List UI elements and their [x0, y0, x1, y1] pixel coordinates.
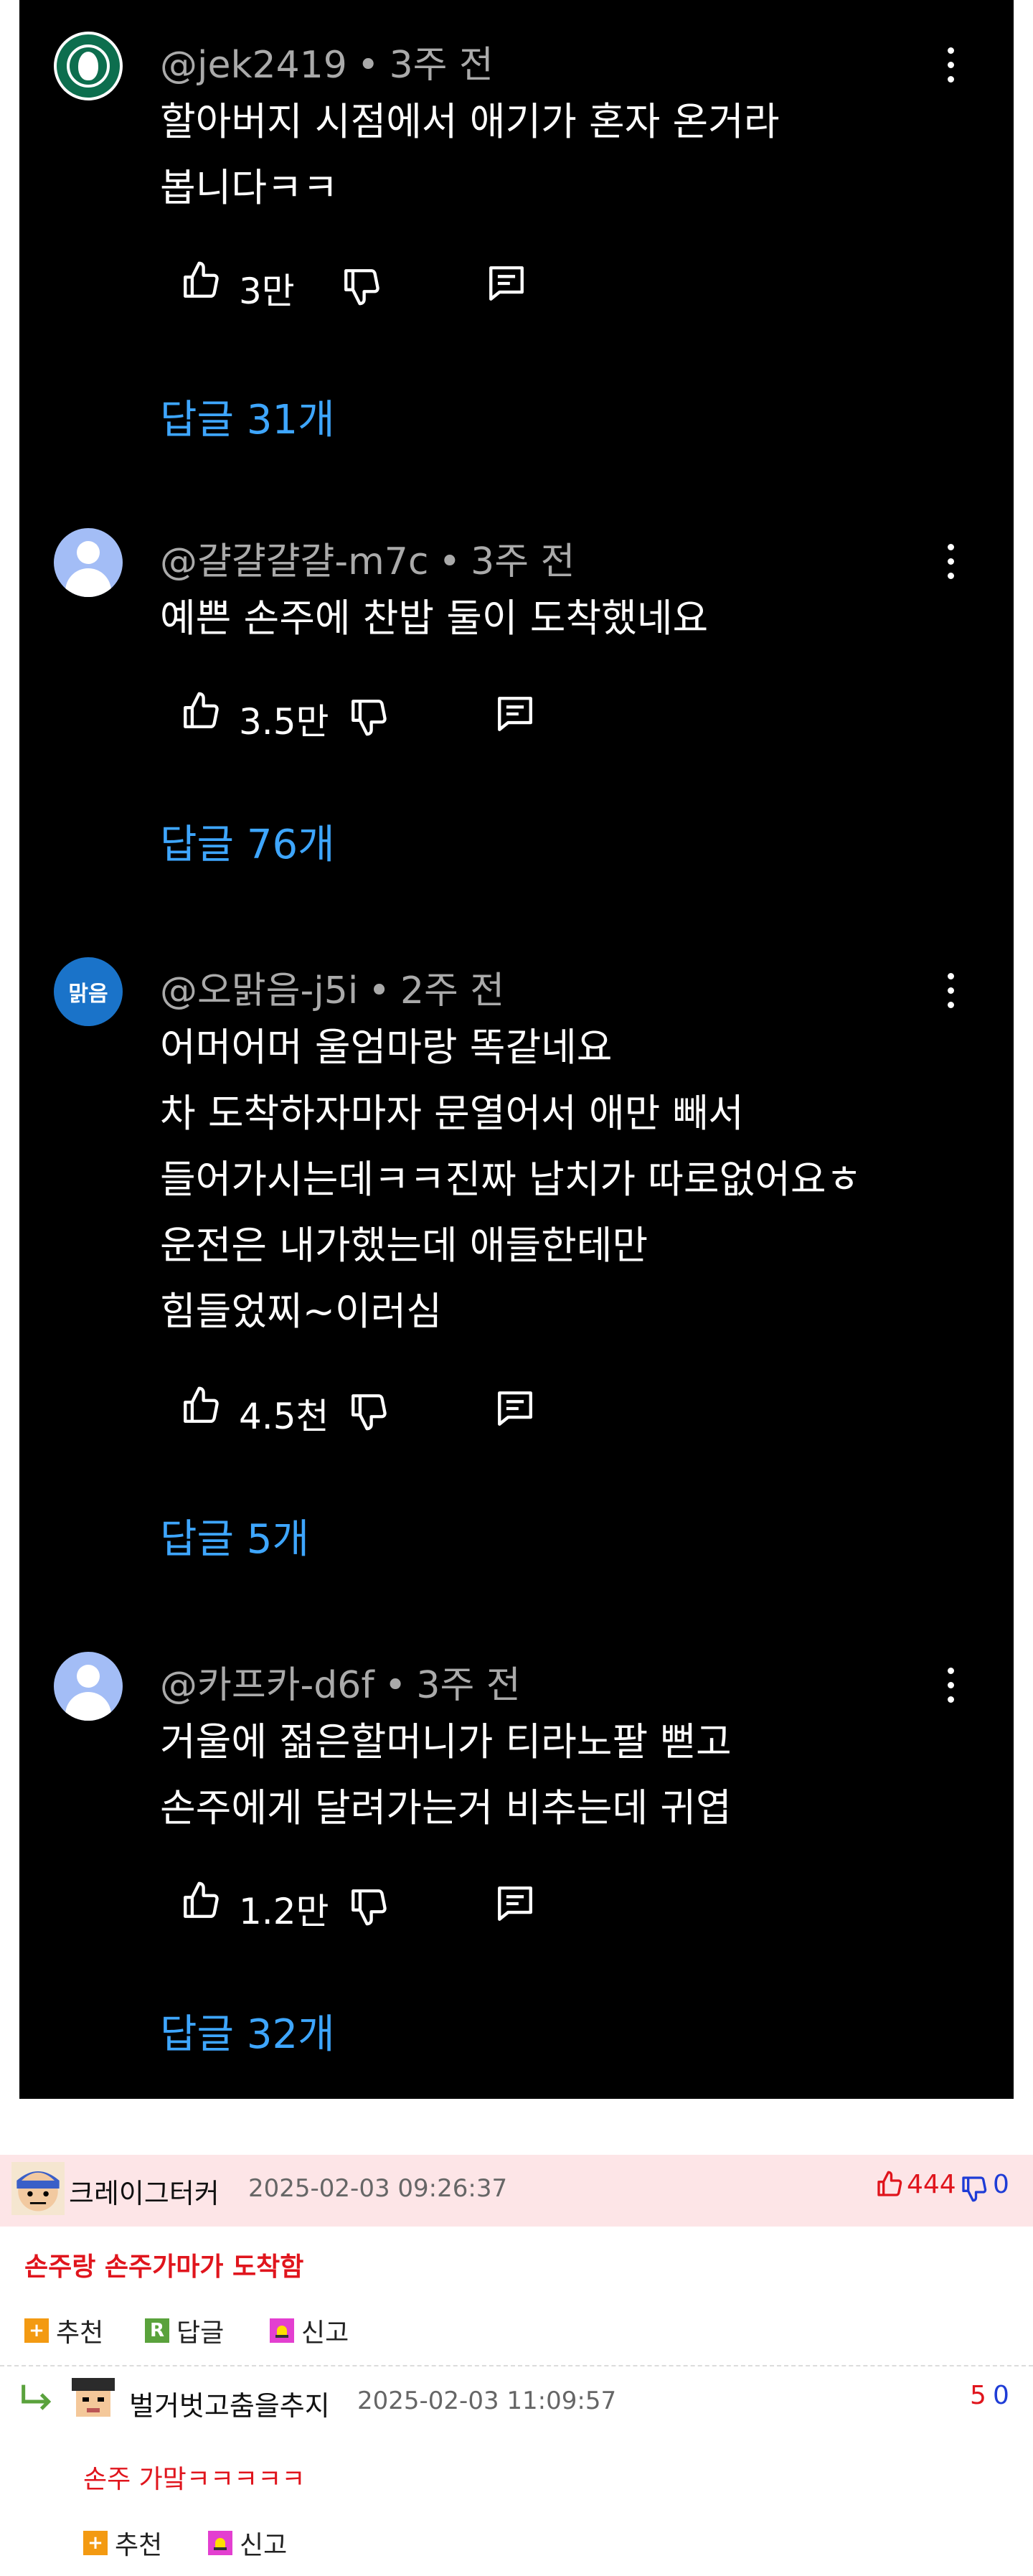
- comment-text: 예쁜 손주에 찬밥 둘이 도착했네요: [160, 596, 709, 641]
- downvote-count: 0: [993, 2170, 1009, 2199]
- comment-author[interactable]: @카프카-d6f: [160, 1664, 374, 1707]
- scrollbar-thumb[interactable]: [1018, 779, 1024, 994]
- recommend-button[interactable]: + 추천: [83, 2524, 162, 2562]
- like-icon[interactable]: [180, 690, 222, 732]
- comment-text: 거울에 젊은할머니가 티라노팔 뻗고 손주에게 달려가는거 비추는데 귀엽: [160, 1719, 732, 1830]
- thumbs-down-icon[interactable]: [960, 2174, 989, 2203]
- reply-arrow-icon: [22, 2384, 52, 2410]
- comment-actions: 4.5천: [160, 1385, 662, 1437]
- default-avatar-icon[interactable]: [54, 528, 123, 597]
- plus-icon: +: [24, 2318, 49, 2343]
- more-options-icon[interactable]: [938, 541, 963, 584]
- upvote-count: 5: [970, 2381, 986, 2410]
- comment-time: 3주 전: [471, 540, 575, 583]
- comment-actions: 3만: [160, 260, 662, 312]
- user-avatar-icon: [11, 2162, 65, 2215]
- comment-author[interactable]: @오맑음-j5i: [160, 969, 358, 1012]
- reply-button[interactable]: R 답글: [145, 2312, 224, 2349]
- comment-actions: 3.5만: [160, 690, 662, 743]
- like-icon[interactable]: [180, 260, 222, 301]
- plus-icon: +: [83, 2531, 108, 2555]
- reply-username[interactable]: 벌거벗고춤을추지: [129, 2384, 330, 2423]
- view-replies-link[interactable]: 답글 76개: [160, 812, 335, 870]
- default-avatar-icon[interactable]: [54, 1652, 123, 1721]
- like-count: 3.5만: [239, 701, 329, 743]
- divider: [0, 2365, 1033, 2366]
- upvote-count: 444: [907, 2170, 956, 2199]
- recommend-label: 추천: [115, 2531, 163, 2560]
- report-label: 신고: [240, 2531, 288, 2560]
- comment-text: 어머어머 울엄마랑 똑같네요 차 도착하자마자 문열어서 애만 빼서 들어가시는데ㅋ…: [160, 1025, 862, 1334]
- post-date: 2025-02-03 09:26:37: [248, 2174, 508, 2203]
- scrollbar-thumb[interactable]: [1018, 0, 1024, 68]
- recommend-button[interactable]: + 추천: [24, 2312, 103, 2349]
- reply-body: 손주 가맠ㅋㅋㅋㅋㅋ: [83, 2465, 306, 2494]
- comment-author[interactable]: @걀걀걀걀-m7c: [160, 540, 428, 583]
- reply-icon[interactable]: [494, 1388, 536, 1429]
- like-count: 1.2만: [239, 1891, 329, 1932]
- reply-label: 답글: [176, 2318, 225, 2348]
- comment-meta: @jek2419 • 3주 전: [160, 44, 494, 87]
- like-icon[interactable]: [180, 1880, 222, 1922]
- like-count: 4.5천: [239, 1396, 329, 1437]
- report-button[interactable]: 신고: [270, 2312, 349, 2349]
- thumbs-up-icon[interactable]: [875, 2170, 904, 2199]
- more-options-icon[interactable]: [938, 970, 963, 1013]
- like-icon[interactable]: [180, 1385, 222, 1426]
- view-replies-link[interactable]: 답글 31개: [160, 387, 335, 446]
- dislike-icon[interactable]: [348, 1391, 390, 1432]
- dislike-icon[interactable]: [341, 265, 382, 307]
- more-options-icon[interactable]: [938, 1665, 963, 1708]
- comment-author[interactable]: @jek2419: [160, 44, 347, 87]
- downvote-count: 0: [993, 2381, 1009, 2410]
- post-username[interactable]: 크레이그터커: [69, 2171, 220, 2211]
- comment-meta: @카프카-d6f • 3주 전: [160, 1664, 521, 1707]
- comment-meta: @걀걀걀걀-m7c • 3주 전: [160, 540, 575, 583]
- avatar[interactable]: 맑음: [54, 957, 123, 1026]
- comment-time: 3주 전: [389, 44, 494, 87]
- view-replies-link[interactable]: 답글 32개: [160, 2002, 335, 2060]
- comment-text: 할아버지 시점에서 애기가 혼자 온거라 봅니다ㅋㅋ: [160, 99, 780, 210]
- comment-meta: @오맑음-j5i • 2주 전: [160, 969, 505, 1012]
- dislike-icon[interactable]: [348, 696, 390, 738]
- reply-r-icon: R: [145, 2318, 169, 2343]
- siren-icon: [208, 2531, 232, 2555]
- avatar-text: 맑음: [68, 982, 108, 1007]
- reply-icon[interactable]: [486, 263, 527, 304]
- comment-actions: 1.2만: [160, 1880, 662, 1932]
- comment-time: 2주 전: [400, 969, 505, 1012]
- more-options-icon[interactable]: [938, 44, 963, 88]
- reply-icon[interactable]: [494, 693, 536, 735]
- reply-icon[interactable]: [494, 1883, 536, 1924]
- scrollbar-thumb[interactable]: [1018, 1702, 1024, 1917]
- youtube-comments-panel: @jek2419 • 3주 전 할아버지 시점에서 애기가 혼자 온거라 봅니다ㅋㅋ …: [19, 0, 1024, 2099]
- reply-date: 2025-02-03 11:09:57: [357, 2387, 617, 2415]
- starbucks-avatar-icon[interactable]: [54, 32, 123, 100]
- like-count: 3만: [239, 271, 295, 312]
- siren-icon: [270, 2318, 294, 2343]
- comment-time: 3주 전: [416, 1664, 521, 1707]
- report-label: 신고: [301, 2318, 349, 2348]
- post-body: 손주랑 손주가마가 도착함: [24, 2252, 304, 2282]
- user-avatar-icon: [72, 2378, 115, 2417]
- recommend-label: 추천: [56, 2318, 104, 2348]
- report-button[interactable]: 신고: [208, 2524, 287, 2562]
- dislike-icon[interactable]: [348, 1886, 390, 1927]
- view-replies-link[interactable]: 답글 5개: [160, 1507, 309, 1565]
